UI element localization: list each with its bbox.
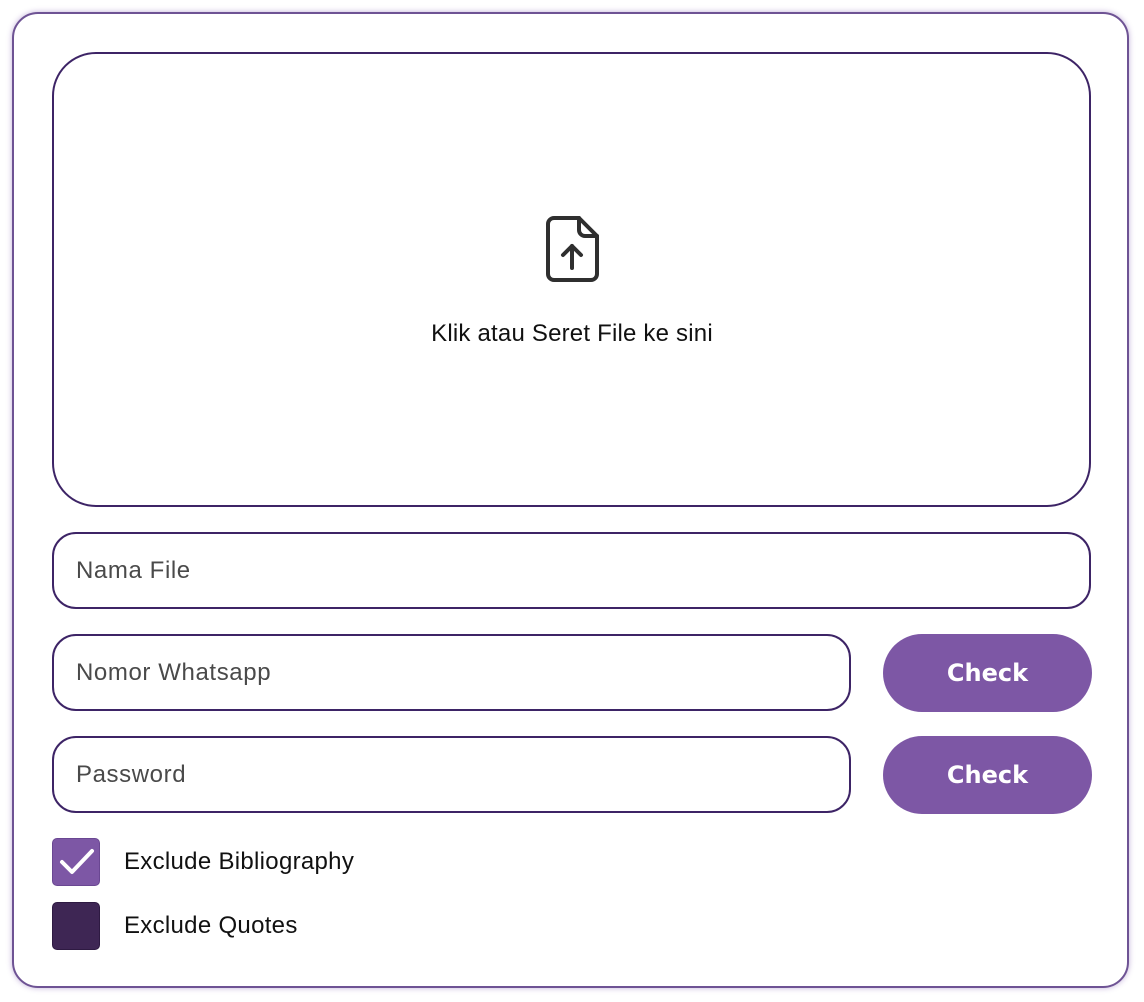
file-upload-icon [546,216,599,282]
check-whatsapp-button[interactable]: Check [883,634,1092,712]
filename-input[interactable] [76,534,1069,607]
whatsapp-field [52,634,851,711]
password-field [52,736,851,813]
exclude-quotes-label[interactable]: Exclude Quotes [124,912,298,940]
exclude-quotes-checkbox[interactable] [52,902,100,950]
check-password-button[interactable]: Check [883,736,1092,814]
dropzone-label: Klik atau Seret File ke sini [431,320,713,347]
filename-field [52,532,1091,609]
exclude-bibliography-checkbox[interactable] [52,838,100,886]
whatsapp-input[interactable] [76,636,829,709]
checkmark-icon [60,849,94,874]
exclude-bibliography-label[interactable]: Exclude Bibliography [124,848,354,876]
password-input[interactable] [76,738,829,811]
